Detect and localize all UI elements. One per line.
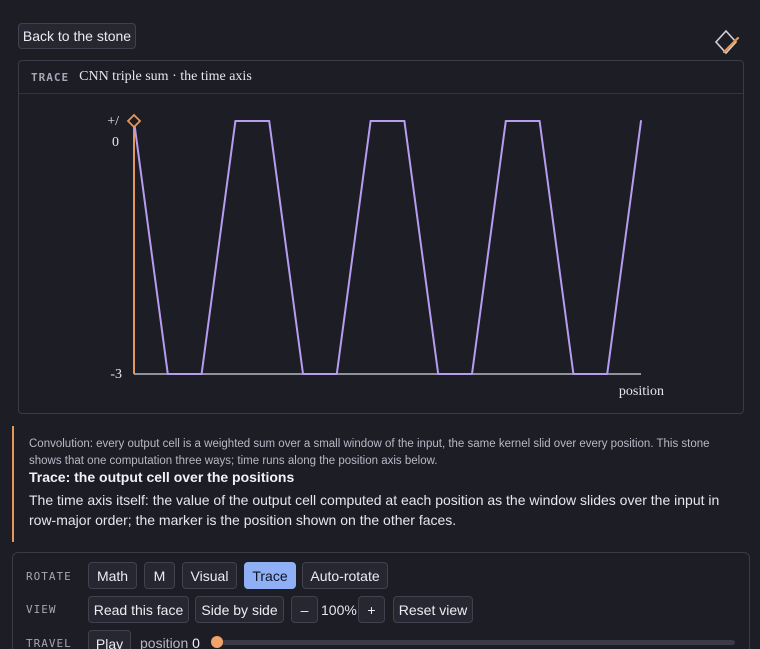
position-slider-thumb[interactable] [211, 636, 223, 648]
description: Convolution: every output cell is a weig… [12, 426, 746, 542]
face-button-visual[interactable]: Visual [182, 562, 237, 589]
play-button[interactable]: Play [88, 630, 131, 649]
description-body: The time axis itself: the value of the o… [29, 492, 720, 528]
data-point [268, 120, 271, 122]
data-point [471, 373, 473, 375]
read-face-button[interactable]: Read this face [88, 596, 189, 623]
data-point [504, 120, 507, 122]
position-slider[interactable] [218, 640, 735, 645]
position-readout: position 0 [140, 635, 200, 649]
y-tick-label: +/ [107, 114, 119, 129]
y-tick-label: -3 [110, 367, 122, 382]
controls-panel: ROTATE Math M Visual Trace Auto-rotate V… [12, 552, 750, 649]
data-point [437, 373, 440, 375]
face-button-m[interactable]: M [144, 562, 175, 589]
data-point [538, 120, 541, 122]
zoom-value: 100% [321, 602, 357, 618]
position-value: 0 [192, 635, 200, 649]
trace-panel: TRACE CNN triple sum · the time axis +/ … [18, 60, 744, 414]
face-button-trace[interactable]: Trace [244, 562, 296, 589]
auto-rotate-button[interactable]: Auto-rotate [302, 562, 388, 589]
rotate-label: ROTATE [26, 570, 72, 583]
face-button-math[interactable]: Math [88, 562, 137, 589]
data-point [403, 120, 406, 122]
view-label: VIEW [26, 603, 57, 616]
data-point [166, 373, 169, 375]
position-text: position [140, 635, 189, 649]
side-by-side-button[interactable]: Side by side [195, 596, 284, 623]
trace-line [133, 120, 642, 375]
travel-label: TRAVEL [26, 637, 72, 649]
zoom-in-button[interactable]: + [358, 596, 385, 623]
position-marker [126, 113, 142, 129]
data-point [200, 373, 203, 375]
data-point [302, 373, 304, 375]
description-intro: Convolution: every output cell is a weig… [29, 438, 710, 467]
data-point [606, 373, 609, 375]
description-heading: Trace: the output cell over the position… [29, 469, 295, 485]
diamond-pencil-icon[interactable] [714, 30, 740, 56]
x-axis-label: position [619, 384, 664, 399]
zoom-out-button[interactable]: – [291, 596, 318, 623]
back-button[interactable]: Back to the stone [18, 23, 136, 49]
data-point [335, 373, 338, 375]
data-point [640, 120, 642, 122]
data-point [572, 373, 575, 375]
data-point [369, 120, 372, 122]
reset-view-button[interactable]: Reset view [393, 596, 473, 623]
trace-chart: +/ 0 -3 position [107, 113, 664, 399]
data-point [234, 120, 237, 122]
data-points [133, 120, 642, 375]
y-tick-label: 0 [112, 135, 119, 150]
